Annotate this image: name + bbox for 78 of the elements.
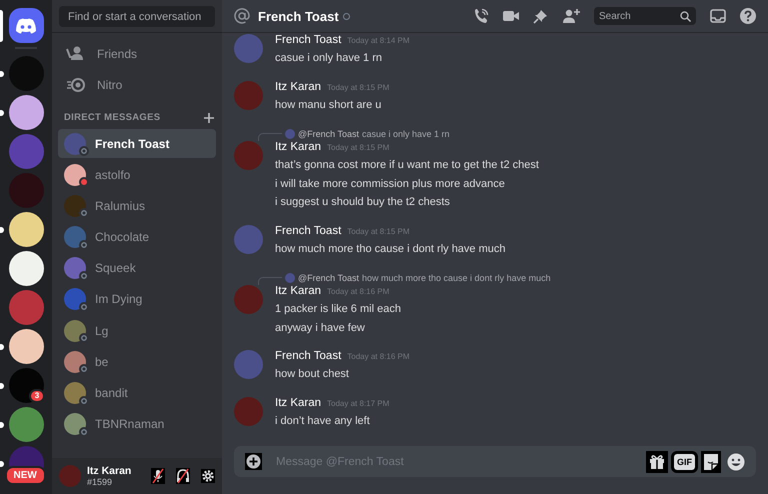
author-name[interactable]: Itz Karan (275, 141, 322, 153)
server-avatar[interactable] (8, 212, 44, 247)
muted-headphones-icon[interactable] (176, 468, 190, 484)
inbox-icon[interactable] (710, 9, 726, 23)
author-name[interactable]: Itz Karan (275, 80, 322, 92)
settings-icon[interactable] (201, 469, 215, 483)
plus-icon[interactable] (245, 453, 262, 470)
message-text: casue i only have 1 rn (275, 51, 384, 66)
user-tag: #1599 (87, 477, 140, 487)
help-icon[interactable] (740, 8, 756, 24)
author-name[interactable]: French Toast (275, 350, 342, 362)
message-text: i don’t have any left (275, 414, 371, 428)
timestamp: Today at 8:14 PM (347, 36, 410, 45)
controller-icon (15, 18, 37, 34)
gif-button[interactable]: GIF (674, 454, 695, 470)
author-name[interactable]: French Toast (275, 34, 342, 46)
server-avatar[interactable] (8, 95, 44, 130)
home-button[interactable] (8, 8, 44, 43)
message-text: how much more tho cause i dont rly have much (275, 242, 506, 256)
nitro-icon (66, 76, 86, 92)
search-icon (680, 10, 691, 22)
status-icon (342, 12, 350, 20)
timestamp: Today at 8:15 PM (347, 226, 410, 236)
avatar (285, 129, 295, 139)
message-text: 1 packer is like 6 mil each (275, 302, 401, 317)
mention-count: 3 (29, 389, 45, 403)
timestamp: Today at 8:16 PM (327, 287, 390, 296)
avatar (285, 273, 295, 283)
dm-item[interactable]: TBNRnaman (58, 410, 216, 439)
reply-mention[interactable]: @French Toast (298, 273, 359, 283)
friends-icon (66, 46, 86, 62)
search-field[interactable]: Search (594, 7, 696, 25)
author-name[interactable]: French Toast (275, 224, 342, 236)
reply-connector (258, 277, 282, 285)
nav-item[interactable]: Nitro (58, 69, 216, 100)
add-friend-icon[interactable] (562, 8, 580, 24)
nav-item[interactable]: Friends (58, 38, 216, 69)
dm-item[interactable]: Lg (58, 316, 216, 346)
timestamp: Today at 8:17 PM (327, 398, 390, 408)
dm-item[interactable]: Im Dying (58, 284, 216, 314)
timestamp: Today at 8:15 PM (327, 143, 390, 152)
message-text: i suggest u should buy the t2 chests (275, 195, 451, 210)
smiley-icon[interactable] (727, 452, 745, 470)
message-text: how bout chest (275, 367, 350, 382)
message-text: that’s gonna cost more if u want me to get the t2 chest (275, 158, 539, 173)
message-text: anyway i have few (275, 320, 366, 336)
dm-item[interactable]: be (58, 347, 216, 376)
author-name[interactable]: Itz Karan (275, 285, 322, 297)
at-sign-icon (234, 8, 250, 24)
reply-preview[interactable]: casue i only have 1 rn (362, 129, 450, 139)
section-header: DIRECT MESSAGES (64, 112, 160, 123)
muted-microphone-icon[interactable] (151, 468, 165, 484)
reply-connector (258, 133, 282, 141)
timestamp: Today at 8:15 PM (327, 82, 390, 92)
username: Itz Karan (87, 465, 132, 477)
server-avatar[interactable] (8, 251, 44, 286)
dm-item[interactable]: Chocolate (58, 222, 216, 252)
search-field[interactable]: Find or start a conversation (59, 6, 215, 27)
dm-item[interactable]: Squeek (58, 254, 216, 283)
dm-item[interactable]: astolfo (58, 160, 216, 190)
timestamp: Today at 8:16 PM (347, 352, 410, 361)
dm-item[interactable]: bandit (58, 378, 216, 408)
search-input[interactable]: Search (599, 10, 680, 22)
dm-item[interactable]: French Toast (58, 129, 216, 158)
message-text: how manu short are u (275, 98, 382, 112)
reply-mention[interactable]: @French Toast (298, 129, 359, 139)
message-text: i will take more commission plus more advance (275, 176, 506, 192)
dm-item[interactable]: Ralumius (58, 191, 216, 220)
pin-icon[interactable] (533, 8, 548, 24)
video-camera-icon[interactable] (503, 10, 519, 22)
author-name[interactable]: Itz Karan (275, 396, 322, 408)
plus-icon[interactable] (204, 112, 214, 122)
reply-preview[interactable]: how much more tho cause i dont rly have much (362, 273, 551, 283)
phone-icon[interactable] (473, 8, 489, 24)
channel-title: French Toast (258, 8, 339, 24)
sticker-icon[interactable] (701, 450, 721, 472)
gift-icon[interactable] (646, 450, 668, 472)
server-avatar[interactable] (8, 329, 44, 364)
